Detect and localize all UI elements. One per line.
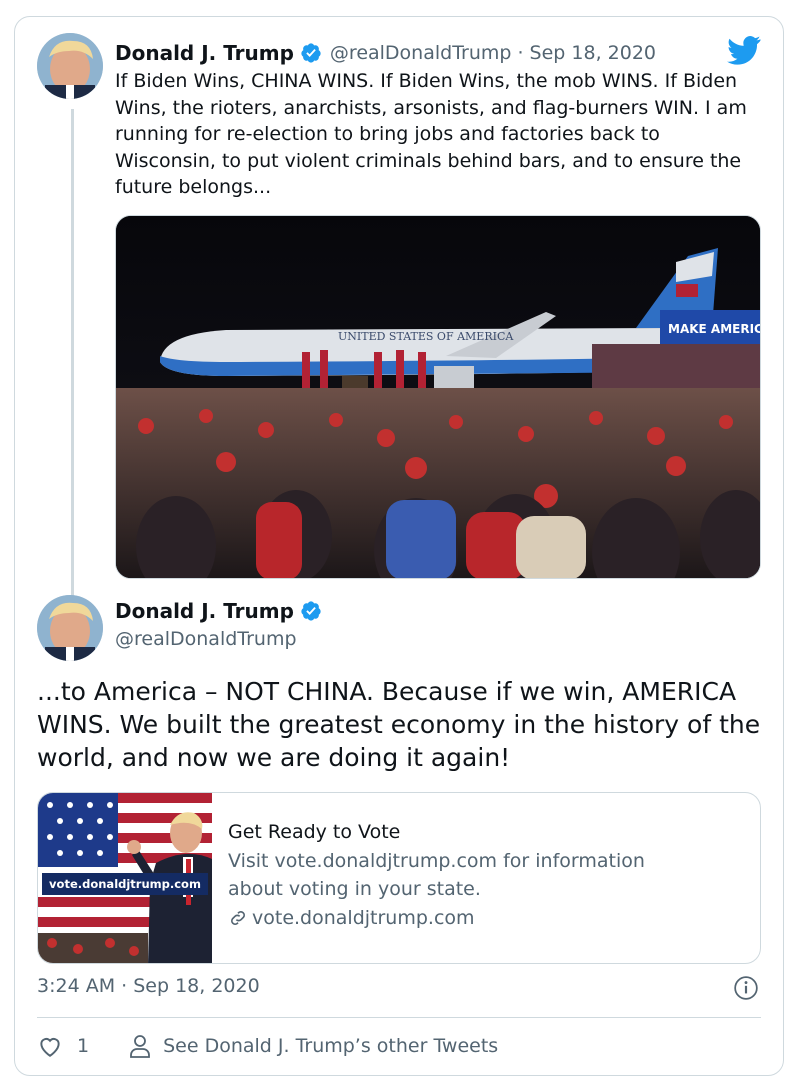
- person-icon: [130, 1035, 150, 1058]
- divider: [37, 1017, 761, 1018]
- tweet-header: Donald J. Trump @realDonaldTrump · Sep 1…: [115, 39, 656, 67]
- link-preview-card[interactable]: vote.donaldjtrump.com Get Ready to Vote …: [37, 792, 761, 964]
- link-description: Visit vote.donaldjtrump.com for informat…: [228, 850, 645, 900]
- thread-connector-line: [71, 109, 74, 601]
- verified-badge-icon: [301, 43, 321, 63]
- tweet-header: Donald J. Trump: [115, 599, 322, 623]
- tweet-text: ...to America – NOT CHINA. Because if we…: [37, 677, 761, 772]
- thumbnail-url-label: vote.donaldjtrump.com: [42, 873, 208, 895]
- plane-lettering: UNITED STATES OF AMERICA: [338, 330, 514, 343]
- author-handle[interactable]: @realDonaldTrump: [115, 628, 297, 650]
- author-name[interactable]: Donald J. Trump: [115, 599, 294, 623]
- rally-sign-text: MAKE AMERICA: [668, 322, 761, 336]
- tweet-actions: 1 See Donald J. Trump’s other Tweets: [37, 1031, 498, 1061]
- tweet-text: If Biden Wins, CHINA WINS. If Biden Wins…: [115, 70, 747, 198]
- tweet-card[interactable]: Donald J. Trump @realDonaldTrump · Sep 1…: [14, 16, 784, 1076]
- link-icon: [231, 911, 245, 925]
- like-button[interactable]: 1: [37, 1034, 89, 1058]
- link-title[interactable]: Get Ready to Vote: [228, 817, 698, 847]
- like-count: 1: [77, 1035, 90, 1057]
- link-url[interactable]: vote.donaldjtrump.com: [252, 903, 475, 933]
- twitter-bird-icon[interactable]: [727, 35, 761, 65]
- author-name[interactable]: Donald J. Trump: [115, 41, 294, 65]
- heart-icon: [40, 1038, 60, 1057]
- avatar[interactable]: [37, 595, 103, 661]
- link-url-row[interactable]: vote.donaldjtrump.com: [228, 903, 698, 933]
- author-handle-date[interactable]: @realDonaldTrump · Sep 18, 2020: [330, 42, 656, 64]
- info-icon[interactable]: [733, 975, 759, 1001]
- avatar[interactable]: [37, 33, 103, 99]
- other-tweets-label[interactable]: See Donald J. Trump’s other Tweets: [163, 1035, 498, 1057]
- verified-badge-icon: [301, 601, 321, 621]
- tweet-timestamp[interactable]: 3:24 AM · Sep 18, 2020: [37, 975, 260, 997]
- other-tweets-link[interactable]: See Donald J. Trump’s other Tweets: [129, 1034, 498, 1058]
- rally-photo[interactable]: UNITED STATES OF AMERICA MAKE AMERICA: [115, 215, 761, 579]
- link-thumbnail: vote.donaldjtrump.com: [38, 793, 212, 963]
